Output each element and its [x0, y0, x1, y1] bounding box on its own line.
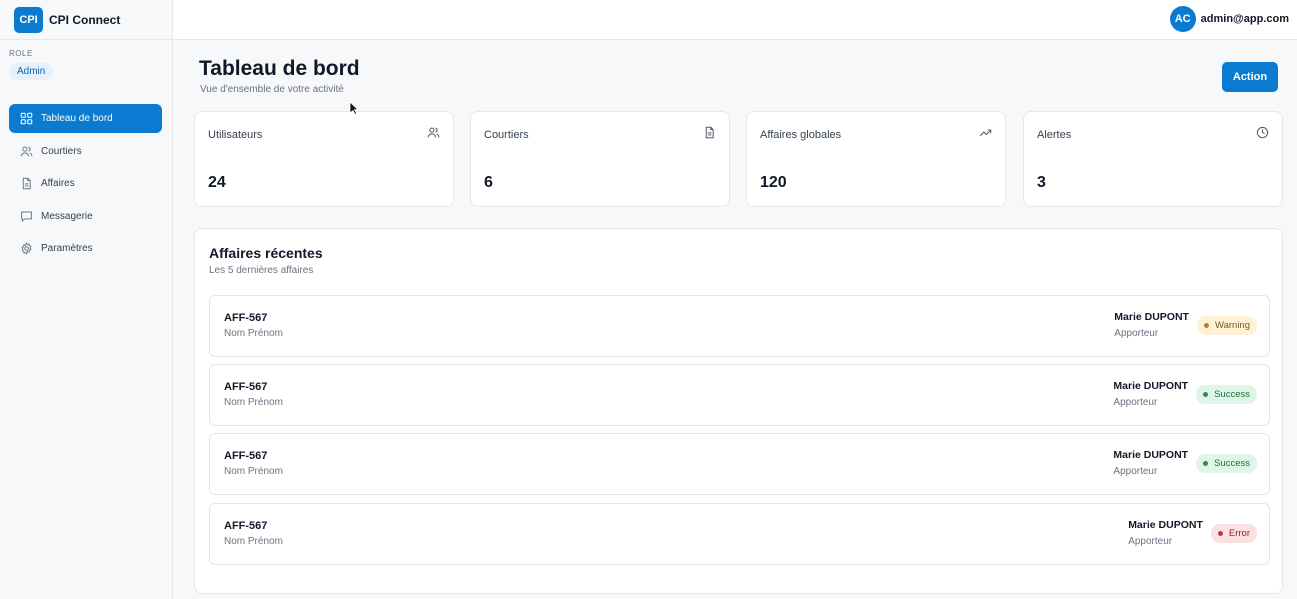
person-role: Apporteur [1113, 466, 1158, 477]
person-name: Marie DUPONT [1113, 380, 1189, 392]
sidebar-item-parametres[interactable]: Paramètres [9, 234, 162, 263]
sidebar-item-affaires[interactable]: Affaires [9, 169, 162, 198]
sidebar-item-label: Tableau de bord [41, 113, 113, 124]
deal-name: Nom Prénom [224, 466, 283, 477]
stat-value: 6 [484, 174, 493, 191]
stat-card-courtiers: Courtiers 6 [470, 111, 730, 207]
role-label: ROLE [9, 49, 33, 58]
person: Marie DUPONT Apporteur [1114, 311, 1189, 339]
user-menu[interactable]: AC admin@app.com [1169, 6, 1289, 32]
clock-icon [1256, 126, 1269, 139]
deal-meta: Marie DUPONT Apporteur Warning [1114, 311, 1257, 339]
stat-card-utilisateurs: Utilisateurs 24 [194, 111, 454, 207]
stat-label: Utilisateurs [208, 129, 263, 141]
file-icon [705, 126, 714, 139]
brand-logo: CPI [14, 6, 43, 33]
sidebar-item-label: Messagerie [41, 210, 93, 222]
person: Marie DUPONT Apporteur [1113, 380, 1188, 408]
deal-code: AFF-567 [224, 450, 268, 462]
topbar: AC admin@app.com [173, 0, 1297, 40]
person-name: Marie DUPONT [1113, 449, 1189, 461]
sidebar-item-messagerie[interactable]: Messagerie [9, 202, 162, 231]
panel-subtitle: Les 5 dernières affaires [209, 265, 314, 276]
status-badge: Success [1196, 453, 1257, 473]
sidebar-item-label: Affaires [41, 178, 75, 189]
list-item[interactable]: AFF-567 Nom Prénom Marie DUPONT Apporteu… [209, 295, 1270, 357]
sidebar-item-label: Courtiers [41, 145, 82, 157]
deal-meta: Marie DUPONT Apporteur Success [1113, 380, 1257, 408]
mouse-cursor-icon [349, 101, 359, 116]
file-icon [22, 177, 31, 190]
brand[interactable]: CPI CPI Connect [0, 0, 172, 40]
gear-icon [21, 242, 32, 255]
status-label: Success [1214, 388, 1250, 400]
deal-name: Nom Prénom [224, 397, 283, 408]
status-dot-icon [1217, 530, 1223, 536]
user-email: admin@app.com [1200, 13, 1289, 25]
role-badge: Admin [9, 63, 54, 80]
grid-icon [20, 112, 33, 125]
stat-card-affaires-globales: Affaires globales 120 [746, 111, 1006, 207]
stat-card-alertes: Alertes 3 [1023, 111, 1283, 207]
users-icon [20, 145, 33, 156]
action-button[interactable]: Action [1222, 62, 1278, 92]
person-name: Marie DUPONT [1128, 519, 1203, 531]
brand-name: CPI Connect [49, 12, 121, 27]
stat-value: 120 [760, 174, 787, 191]
sidebar-item-tableau-de-bord[interactable]: Tableau de bord [9, 104, 162, 133]
stat-value: 24 [208, 174, 226, 191]
sidebar-item-courtiers[interactable]: Courtiers [9, 137, 162, 166]
status-dot-icon [1203, 460, 1209, 466]
panel-title: Affaires récentes [209, 245, 323, 261]
sidebar: CPI CPI Connect ROLE Admin Tableau de bo… [0, 0, 173, 599]
person-role: Apporteur [1113, 397, 1158, 408]
stat-label: Courtiers [484, 129, 529, 141]
person-role: Apporteur [1114, 328, 1159, 339]
sidebar-item-label: Paramètres [41, 243, 93, 254]
status-dot-icon [1203, 391, 1209, 397]
list-item[interactable]: AFF-567 Nom Prénom Marie DUPONT Apporteu… [209, 503, 1270, 565]
deal-meta: Marie DUPONT Apporteur Success [1113, 449, 1257, 477]
person-role: Apporteur [1128, 536, 1173, 547]
stat-value: 3 [1037, 174, 1046, 191]
page-title: Tableau de bord [199, 57, 360, 80]
deal-code: AFF-567 [224, 312, 268, 324]
deal-name: Nom Prénom [224, 536, 283, 547]
status-label: Success [1214, 457, 1250, 469]
avatar: AC [1169, 6, 1196, 32]
message-icon [21, 211, 32, 222]
person: Marie DUPONT Apporteur [1128, 519, 1203, 547]
stat-label: Affaires globales [760, 129, 842, 141]
recent-deals-panel: Affaires récentes Les 5 dernières affair… [194, 228, 1283, 594]
status-dot-icon [1203, 322, 1209, 328]
list-item[interactable]: AFF-567 Nom Prénom Marie DUPONT Apporteu… [209, 364, 1270, 426]
deal-name: Nom Prénom [224, 328, 283, 339]
users-icon [427, 127, 440, 138]
page-subtitle: Vue d'ensemble de votre activité [200, 84, 344, 95]
status-badge: Success [1196, 384, 1257, 404]
person-name: Marie DUPONT [1114, 311, 1189, 323]
deal-code: AFF-567 [224, 381, 268, 393]
status-label: Error [1228, 527, 1250, 539]
deal-code: AFF-567 [224, 520, 268, 532]
status-badge: Error [1210, 523, 1257, 543]
status-label: Warning [1214, 319, 1250, 331]
status-badge: Warning [1196, 315, 1257, 335]
deal-meta: Marie DUPONT Apporteur Error [1128, 519, 1257, 547]
trending-up-icon [979, 129, 992, 137]
list-item[interactable]: AFF-567 Nom Prénom Marie DUPONT Apporteu… [209, 433, 1270, 495]
person: Marie DUPONT Apporteur [1113, 449, 1188, 477]
sidebar-nav: Tableau de bord Courtiers Affaires Messa… [9, 104, 162, 267]
stat-label: Alertes [1037, 129, 1072, 141]
